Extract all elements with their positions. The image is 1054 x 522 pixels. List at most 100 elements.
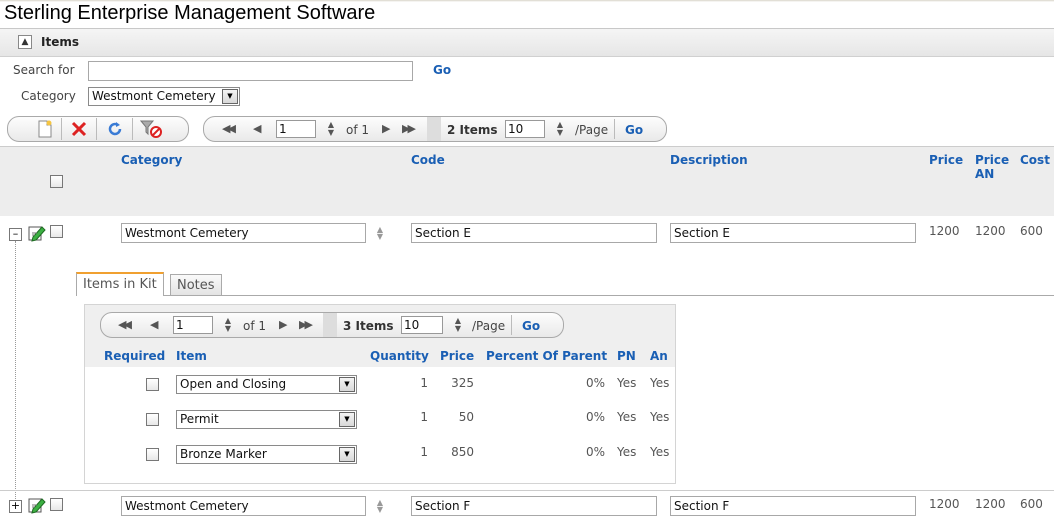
delete-icon[interactable] [70, 120, 88, 138]
tab-notes[interactable]: Notes [170, 274, 222, 295]
app-title: Sterling Enterprise Management Software [4, 2, 376, 24]
kit-page-of-text: of 1 [243, 319, 267, 333]
kit-column-required[interactable]: Required [104, 349, 165, 363]
kit-pager-go-link[interactable]: Go [522, 319, 540, 333]
reorder-icon[interactable]: ▲ ▼ [373, 226, 387, 241]
search-go-link[interactable]: Go [433, 63, 451, 77]
page-size-input[interactable]: 10 [505, 120, 545, 138]
row-checkbox[interactable] [50, 225, 63, 238]
kit-percent: 0% [585, 445, 605, 459]
row-category-field[interactable]: Westmont Cemetery [121, 496, 366, 516]
kit-last-page-icon[interactable]: ▶▶ [299, 318, 313, 331]
category-label: Category [21, 89, 76, 103]
kit-quantity: 1 [420, 410, 428, 424]
search-input[interactable] [88, 61, 413, 81]
column-header-description[interactable]: Description [670, 153, 748, 167]
kit-item-select[interactable]: Open and Closing ▼ [176, 375, 357, 394]
row-description-field[interactable]: Section E [670, 223, 916, 243]
kit-column-an[interactable]: An [650, 349, 668, 363]
category-select[interactable]: Westmont Cemetery ▼ [88, 87, 240, 106]
kit-per-page-label: /Page [472, 319, 506, 333]
row-checkbox[interactable] [50, 498, 63, 511]
kit-an: Yes [650, 376, 670, 390]
kit-next-page-icon[interactable]: ▶ [279, 318, 288, 331]
kit-column-price[interactable]: Price [440, 349, 474, 363]
kit-price: 325 [451, 376, 474, 390]
chevron-down-icon[interactable]: ▼ [339, 412, 355, 427]
row-price: 1200 [929, 224, 960, 238]
column-header-cost[interactable]: Cost [1020, 153, 1050, 167]
kit-page-spinner-icon[interactable]: ▲ ▼ [221, 317, 235, 333]
pager-divider [614, 119, 615, 139]
chevron-down-icon[interactable]: ▼ [339, 447, 355, 462]
kit-percent: 0% [585, 376, 605, 390]
next-page-icon[interactable]: ▶ [382, 122, 391, 135]
section-title: Items [41, 35, 79, 49]
new-document-icon[interactable] [36, 120, 54, 138]
kit-column-item[interactable]: Item [176, 349, 207, 363]
kit-item-value: Permit [180, 412, 219, 426]
row-code-field[interactable]: Section E [411, 223, 657, 243]
toolbar-divider [61, 118, 62, 140]
kit-pager-divider [511, 315, 512, 335]
kit-item-value: Bronze Marker [180, 447, 267, 461]
column-header-category[interactable]: Category [121, 153, 182, 167]
edit-icon[interactable] [28, 496, 46, 514]
page-spinner-icon[interactable]: ▲ ▼ [324, 121, 338, 137]
chevron-down-icon[interactable]: ▼ [222, 89, 238, 104]
kit-required-checkbox[interactable] [146, 378, 159, 391]
expand-row-icon[interactable]: + [9, 500, 22, 513]
kit-prev-page-icon[interactable]: ◀ [150, 318, 159, 331]
reorder-icon[interactable]: ▲ ▼ [373, 499, 387, 514]
column-header-code[interactable]: Code [411, 153, 445, 167]
page-of-text: of 1 [346, 123, 370, 137]
kit-pager-divider [323, 313, 337, 337]
section-header [0, 28, 1054, 57]
kit-column-percent[interactable]: Percent Of Parent [486, 349, 607, 363]
refresh-icon[interactable] [106, 120, 124, 138]
first-page-icon[interactable]: ◀◀ [222, 122, 236, 135]
kit-required-checkbox[interactable] [146, 448, 159, 461]
kit-page-size-input[interactable]: 10 [401, 316, 443, 334]
clear-filter-icon[interactable] [139, 120, 162, 138]
column-header-price-an[interactable]: Price AN [975, 153, 1015, 181]
item-count: 2 Items [447, 123, 498, 137]
page-size-spinner-icon[interactable]: ▲ ▼ [553, 121, 567, 137]
last-page-icon[interactable]: ▶▶ [402, 122, 416, 135]
row-category-field[interactable]: Westmont Cemetery [121, 223, 366, 243]
select-all-checkbox[interactable] [50, 175, 63, 188]
edit-icon[interactable] [28, 224, 46, 242]
search-label: Search for [13, 63, 75, 77]
kit-page-input[interactable]: 1 [173, 316, 213, 334]
kit-first-page-icon[interactable]: ◀◀ [118, 318, 132, 331]
kit-required-checkbox[interactable] [146, 413, 159, 426]
page-input[interactable]: 1 [276, 120, 316, 138]
tab-strip-line [76, 295, 1054, 296]
toolbar-divider [132, 118, 133, 140]
collapse-row-icon[interactable]: – [9, 228, 22, 241]
tab-items-in-kit[interactable]: Items in Kit [76, 272, 164, 296]
collapse-section-icon[interactable]: ▲ [18, 35, 32, 49]
kit-an: Yes [650, 410, 670, 424]
chevron-down-icon[interactable]: ▼ [339, 377, 355, 392]
column-header-price[interactable]: Price [929, 153, 963, 167]
kit-price: 850 [451, 445, 474, 459]
row-description-field[interactable]: Section F [670, 496, 916, 516]
kit-page-size-spinner-icon[interactable]: ▲ ▼ [451, 317, 465, 333]
kit-column-quantity[interactable]: Quantity [370, 349, 429, 363]
kit-quantity: 1 [420, 445, 428, 459]
row-code-field[interactable]: Section F [411, 496, 657, 516]
kit-an: Yes [650, 445, 670, 459]
kit-column-pn[interactable]: PN [617, 349, 636, 363]
kit-percent: 0% [585, 410, 605, 424]
kit-item-value: Open and Closing [180, 377, 287, 391]
category-select-value: Westmont Cemetery [92, 89, 216, 103]
row-price: 1200 [929, 497, 960, 511]
kit-price: 50 [458, 410, 474, 424]
kit-item-select[interactable]: Bronze Marker ▼ [176, 445, 357, 464]
pager-go-link[interactable]: Go [625, 123, 643, 137]
row-cost: 600 [1020, 224, 1043, 238]
prev-page-icon[interactable]: ◀ [253, 122, 262, 135]
kit-item-select[interactable]: Permit ▼ [176, 410, 357, 429]
row-cost: 600 [1020, 497, 1043, 511]
